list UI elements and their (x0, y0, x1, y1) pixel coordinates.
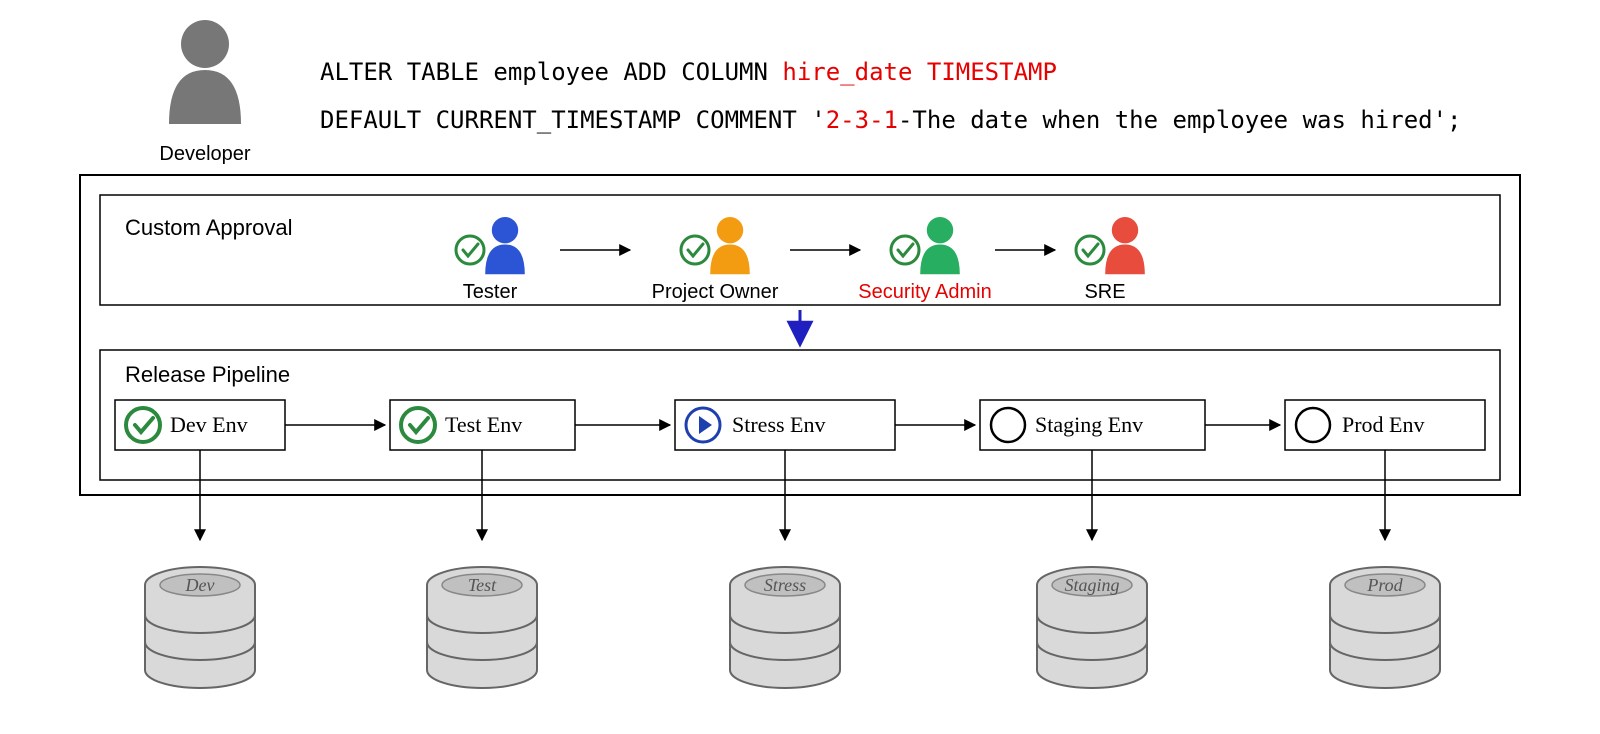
env-test: Test Env (390, 400, 575, 450)
svg-text:Prod Env: Prod Env (1342, 412, 1425, 437)
sql-line-1: ALTER TABLE employee ADD COLUMN hire_dat… (320, 58, 1057, 86)
env-staging: Staging Env (980, 400, 1205, 450)
svg-text:Staging: Staging (1064, 575, 1119, 595)
owner-label: Project Owner (652, 281, 779, 303)
sre-label: SRE (1084, 281, 1125, 303)
svg-text:Staging Env: Staging Env (1035, 412, 1143, 437)
svg-text:Stress: Stress (764, 575, 806, 595)
approver-owner (681, 217, 750, 274)
security-label: Security Admin (858, 281, 991, 303)
db-test: Test (427, 567, 537, 688)
db-prod: Prod (1330, 567, 1440, 688)
pipeline-title: Release Pipeline (125, 362, 290, 387)
db-dev: Dev (145, 567, 255, 688)
approval-title: Custom Approval (125, 215, 293, 240)
svg-text:Test Env: Test Env (445, 412, 522, 437)
svg-text:Stress Env: Stress Env (732, 412, 826, 437)
approver-tester (456, 217, 525, 274)
developer-icon (169, 20, 241, 124)
env-dev: Dev Env (115, 400, 285, 450)
db-staging: Staging (1037, 567, 1147, 688)
approver-sre (1076, 217, 1145, 274)
svg-text:Prod: Prod (1366, 575, 1403, 595)
tester-label: Tester (463, 281, 518, 303)
sql-line-2: DEFAULT CURRENT_TIMESTAMP COMMENT '2-3-1… (320, 106, 1462, 134)
svg-text:Dev Env: Dev Env (170, 412, 248, 437)
svg-text:Test: Test (468, 575, 497, 595)
developer-label: Developer (159, 143, 251, 165)
db-stress: Stress (730, 567, 840, 688)
svg-text:Dev: Dev (185, 575, 215, 595)
env-stress: Stress Env (675, 400, 895, 450)
env-prod: Prod Env (1285, 400, 1485, 450)
approver-security (891, 217, 960, 274)
